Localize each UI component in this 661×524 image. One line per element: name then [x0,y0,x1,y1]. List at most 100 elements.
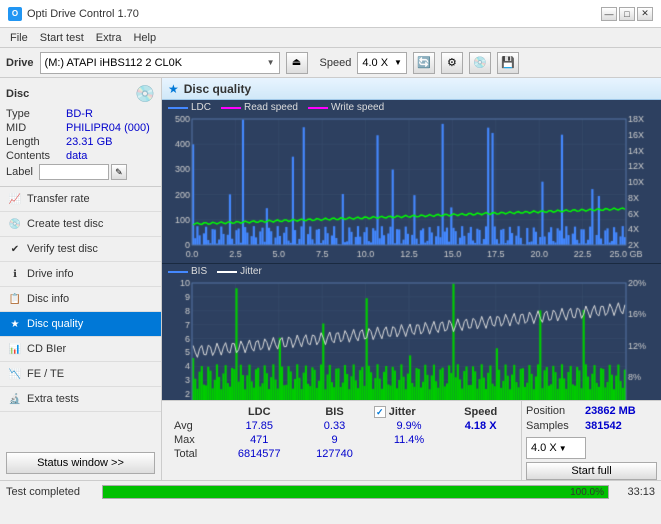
legend-writespeed-color [308,107,328,109]
start-full-button[interactable]: Start full [526,462,657,480]
samples-value: 381542 [585,420,622,432]
status-text: Test completed [6,486,96,498]
speed-selector[interactable]: 4.0 X ▼ [357,52,407,74]
progress-fill [103,486,608,498]
stats-speed-arrow: ▼ [559,444,567,453]
minimize-button[interactable]: — [601,7,617,21]
menubar: File Start test Extra Help [0,28,661,48]
menu-start-test[interactable]: Start test [34,31,90,45]
disc-type-value: BD-R [66,108,93,120]
stats-header-ldc: LDC [219,405,299,419]
disc-quality-icon: ★ [168,82,179,96]
cd-bier-icon: 📊 [8,342,22,356]
menu-extra[interactable]: Extra [90,31,128,45]
stats-avg-speed: 4.18 X [448,419,513,433]
disc-button[interactable]: 💿 [469,52,491,74]
jitter-label: Jitter [389,406,416,418]
fe-te-icon: 📉 [8,367,22,381]
stats-speed-select [448,447,513,461]
refresh-button[interactable]: 🔄 [413,52,435,74]
disc-mid-value: PHILIPR04 (000) [66,122,150,134]
sidebar-item-drive-info[interactable]: ℹDrive info [0,262,161,287]
legend-writespeed: Write speed [308,102,384,113]
app-title: Opti Drive Control 1.70 [27,8,139,20]
disc-length-label: Length [6,136,66,148]
chart2-container: BIS Jitter [162,264,661,400]
legend-jitter-label: Jitter [240,266,262,277]
sidebar-item-transfer-rate[interactable]: 📈Transfer rate [0,187,161,212]
disc-mid-row: MID PHILIPR04 (000) [6,122,155,134]
disc-type-row: Type BD-R [6,108,155,120]
disc-mid-label: MID [6,122,66,134]
sidebar-item-fe-te[interactable]: 📉 FE / TE [0,362,161,387]
disc-label-text: Label [6,166,33,178]
close-button[interactable]: ✕ [637,7,653,21]
transfer-rate-label: Transfer rate [27,193,90,205]
maximize-button[interactable]: □ [619,7,635,21]
save-button[interactable]: 💾 [497,52,519,74]
status-window-button[interactable]: Status window >> [6,452,155,474]
speed-select-stats[interactable]: 4.0 X ▼ [526,437,586,459]
time-label: 33:13 [615,486,655,498]
disc-length-value: 23.31 GB [66,136,112,148]
stats-max-bis: 9 [299,433,369,447]
stats-samples-row [370,447,449,461]
samples-row: Samples 381542 [526,420,657,432]
stats-header-empty [170,405,219,419]
disc-label-edit-button[interactable]: ✎ [111,164,127,180]
extra-tests-label: Extra tests [27,393,79,405]
create-test-disc-label: Create test disc [27,218,103,230]
content-title: Disc quality [184,82,251,96]
stats-position-row [448,433,513,447]
sidebar-item-create-test-disc[interactable]: 💿 Create test disc [0,212,161,237]
menu-help[interactable]: Help [127,31,162,45]
disc-header: Disc 💿 [6,84,155,104]
legend-jitter: Jitter [217,266,262,277]
progress-track: 100.0% [102,485,609,499]
drive-info-label: Drive info [27,268,73,280]
stats-total-ldc: 6814577 [219,447,299,461]
sidebar-item-cd-bier[interactable]: 📊 CD BIer [0,337,161,362]
legend-writespeed-label: Write speed [331,102,384,113]
disc-title: Disc [6,88,29,100]
sidebar-item-disc-info[interactable]: 📋Disc info [0,287,161,312]
stats-table: LDC BIS ✓ Jitter Speed Avg 17.85 [162,401,521,480]
stats-bar: LDC BIS ✓ Jitter Speed Avg 17.85 [162,400,661,480]
verify-test-disc-label: Verify test disc [27,243,98,255]
position-row: Position 23862 MB [526,405,657,417]
disc-quality-label: Disc quality [27,318,83,330]
disc-contents-label: Contents [6,150,66,162]
fe-te-label: FE / TE [27,368,64,380]
app-icon: O [8,7,22,21]
position-value: 23862 MB [585,405,636,417]
charts-area: LDC Read speed Write speed [162,100,661,400]
cd-bier-label: CD BIer [27,343,66,355]
legend-bis: BIS [168,266,207,277]
drive-selector[interactable]: (M:) ATAPI iHBS112 2 CL0K ▼ [40,52,280,74]
disc-label-input[interactable] [39,164,109,180]
legend-jitter-color [217,271,237,273]
drive-label: Drive [6,57,34,69]
stats-avg-ldc: 17.85 [219,419,299,433]
settings-button[interactable]: ⚙ [441,52,463,74]
titlebar: O Opti Drive Control 1.70 — □ ✕ [0,0,661,28]
disc-label-row: Label ✎ [6,164,155,180]
jitter-checkbox[interactable]: ✓ [374,406,386,418]
sidebar-item-verify-test-disc[interactable]: ✔Verify test disc [0,237,161,262]
menu-file[interactable]: File [4,31,34,45]
stats-header-bis: BIS [299,405,369,419]
content-area: ★ Disc quality LDC Read speed [162,78,661,480]
legend-ldc-color [168,107,188,109]
nav-menu: 📈Transfer rate 💿 Create test disc ✔Verify t… [0,187,161,412]
legend-ldc-label: LDC [191,102,211,113]
eject-button[interactable]: ⏏ [286,52,308,74]
create-test-disc-icon: 💿 [8,217,22,231]
legend-readspeed: Read speed [221,102,298,113]
stats-avg-bis: 0.33 [299,419,369,433]
disc-contents-row: Contents data [6,150,155,162]
stats-avg-jitter: 9.9% [370,419,449,433]
disc-length-row: Length 23.31 GB [6,136,155,148]
sidebar-item-disc-quality[interactable]: ★ Disc quality [0,312,161,337]
sidebar-item-extra-tests[interactable]: 🔬Extra tests [0,387,161,412]
disc-quality-icon: ★ [8,317,22,331]
